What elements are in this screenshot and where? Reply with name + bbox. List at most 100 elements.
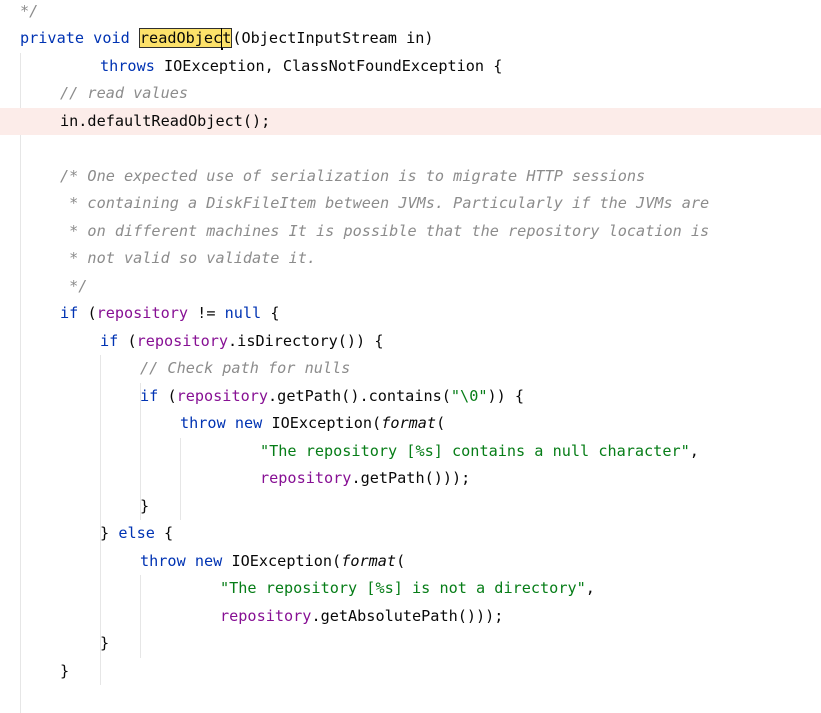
line-21-throw: throw new IOException(format( xyxy=(140,548,405,576)
code-token: )) xyxy=(487,386,506,405)
code-token: ( xyxy=(78,304,97,322)
line-22-string: "The repository [%s] is not a directory"… xyxy=(220,575,595,603)
code-token: format xyxy=(341,551,397,570)
code-line[interactable]: */ xyxy=(0,273,821,301)
code-token: throw xyxy=(140,551,186,570)
code-token: if xyxy=(140,386,159,405)
code-token: .getPath().contains( xyxy=(268,386,451,405)
code-line[interactable]: } xyxy=(0,493,821,521)
search-match-highlight: readObjec xyxy=(138,28,223,48)
code-token: // read values xyxy=(60,84,189,102)
code-token: { xyxy=(261,304,280,322)
code-token: void xyxy=(93,29,130,47)
code-token: repository xyxy=(176,386,269,405)
code-line[interactable] xyxy=(0,135,821,163)
code-token: { xyxy=(154,524,174,542)
code-token: /* One expected use of serialization is … xyxy=(60,166,646,185)
line-24-close: } xyxy=(100,630,109,658)
code-token: "\0" xyxy=(450,386,488,405)
line-7-doc-comment: /* One expected use of serialization is … xyxy=(60,163,645,191)
code-line[interactable]: if (repository.getPath().contains("\0"))… xyxy=(0,383,821,411)
code-line[interactable]: repository.getPath())); xyxy=(0,465,821,493)
code-line[interactable]: if (repository != null { xyxy=(0,300,821,328)
code-line[interactable]: repository.getAbsolutePath())); xyxy=(0,603,821,631)
code-token: .isDirectory()) { xyxy=(228,331,384,350)
code-token: (ObjectInputStream in) xyxy=(232,29,434,47)
code-line[interactable]: } xyxy=(0,658,821,686)
line-8-doc-comment: * containing a DiskFileItem between JVMs… xyxy=(60,190,709,218)
code-line[interactable]: if (repository.isDirectory()) { xyxy=(0,328,821,356)
code-line[interactable]: // Check path for nulls xyxy=(0,355,821,383)
code-token: throw xyxy=(180,414,226,432)
code-line[interactable]: * on different machines It is possible t… xyxy=(0,218,821,246)
code-token: { xyxy=(505,386,525,405)
code-token: IOException( xyxy=(262,414,382,432)
line-17-string: "The repository [%s] contains a null cha… xyxy=(260,438,699,466)
code-line[interactable]: in.defaultReadObject(); xyxy=(0,107,821,135)
code-line[interactable]: } else { xyxy=(0,520,821,548)
code-token: repository xyxy=(220,606,312,625)
code-token: ( xyxy=(118,331,137,350)
code-token: repository xyxy=(260,469,352,487)
code-token: format xyxy=(381,414,437,432)
code-editor[interactable]: */ private void readObject(ObjectInputStr… xyxy=(0,0,821,713)
code-token: "The repository [%s] is not a directory" xyxy=(220,579,586,597)
code-token: ( xyxy=(396,551,406,570)
code-token: } xyxy=(140,496,150,515)
code-line[interactable]: * not valid so validate it. xyxy=(0,245,821,273)
code-line[interactable]: private void readObject(ObjectInputStrea… xyxy=(0,25,821,53)
line-1-comment-tail: */ xyxy=(20,0,38,25)
line-12-if-repository: if (repository != null { xyxy=(60,300,279,328)
code-token: * containing a DiskFileItem between JVMs… xyxy=(60,194,710,212)
code-token: throws xyxy=(100,56,155,75)
line-9-doc-comment: * on different machines It is possible t… xyxy=(60,218,709,246)
code-token: */ xyxy=(60,276,88,295)
line-3-throws: throws IOException, ClassNotFoundExcepti… xyxy=(100,53,502,81)
line-18-getpath: repository.getPath())); xyxy=(260,465,470,493)
code-token: new xyxy=(234,414,263,432)
code-line[interactable]: "The repository [%s] is not a directory"… xyxy=(0,575,821,603)
code-token: else xyxy=(118,524,155,542)
code-line[interactable]: throws IOException, ClassNotFoundExcepti… xyxy=(0,53,821,81)
line-4-comment: // read values xyxy=(60,80,188,108)
code-token: ( xyxy=(158,386,177,405)
code-line[interactable]: throw new IOException(format( xyxy=(0,548,821,576)
code-token: .getAbsolutePath())); xyxy=(311,606,504,625)
code-token: null xyxy=(224,304,262,322)
code-token: "The repository [%s] contains a null cha… xyxy=(260,441,690,460)
code-token: , xyxy=(585,579,595,597)
code-token: private xyxy=(20,29,85,47)
code-line[interactable]: * containing a DiskFileItem between JVMs… xyxy=(0,190,821,218)
code-token: // Check path for nulls xyxy=(140,359,351,377)
code-line[interactable]: } xyxy=(0,630,821,658)
code-token: * on different machines It is possible t… xyxy=(60,221,710,240)
code-token: repository xyxy=(96,304,189,322)
code-line[interactable]: */ xyxy=(0,0,821,25)
code-token: , xyxy=(689,441,699,460)
line-15-if-contains: if (repository.getPath().contains("\0"))… xyxy=(140,383,524,411)
code-token: repository xyxy=(136,331,229,350)
code-token: != xyxy=(188,304,225,322)
code-token: */ xyxy=(20,1,39,20)
code-token: in.defaultReadObject(); xyxy=(60,111,271,130)
code-token: .getPath())); xyxy=(351,469,471,487)
code-token: } xyxy=(100,634,110,652)
line-2-method-signature: private void readObject(ObjectInputStrea… xyxy=(20,25,434,53)
search-match-highlight-end: t xyxy=(222,28,233,48)
code-line[interactable]: throw new IOException(format( xyxy=(0,410,821,438)
code-token: * not valid so validate it. xyxy=(60,249,317,267)
code-line[interactable]: "The repository [%s] contains a null cha… xyxy=(0,438,821,466)
code-token: IOException( xyxy=(222,551,342,570)
code-line[interactable]: // read values xyxy=(0,80,821,108)
code-token: if xyxy=(60,304,79,322)
line-19-close: } xyxy=(140,493,149,521)
code-token: if xyxy=(100,331,119,350)
code-line[interactable]: /* One expected use of serialization is … xyxy=(0,163,821,191)
code-token: new xyxy=(194,551,223,570)
line-25-close: } xyxy=(60,658,69,686)
